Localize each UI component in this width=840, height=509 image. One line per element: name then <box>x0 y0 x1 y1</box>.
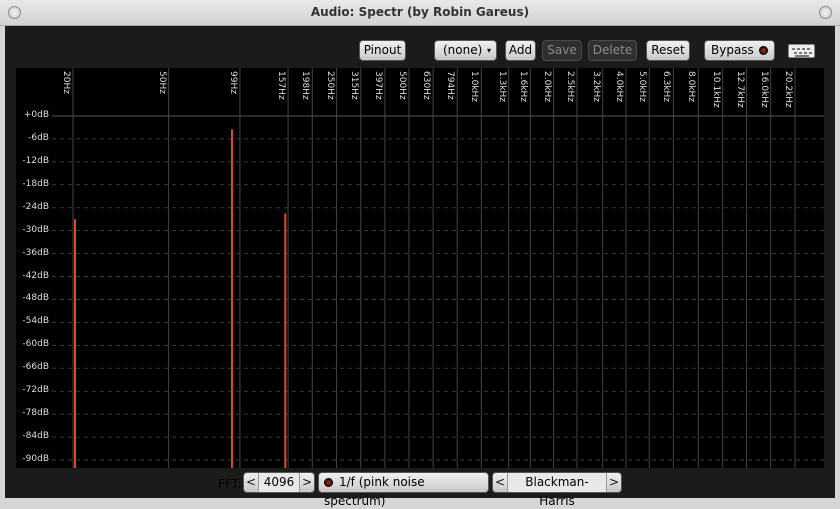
x-tick-label: 12.7kHz <box>734 71 745 108</box>
x-tick-label: 198Hz <box>300 71 311 100</box>
bypass-led-icon <box>758 46 768 55</box>
x-tick-label: 794Hz <box>445 71 456 100</box>
x-tick-label: 250Hz <box>324 71 335 100</box>
y-tick-label: -42dB <box>22 270 49 281</box>
weighting-led-icon <box>324 478 333 487</box>
y-tick-label: -24dB <box>22 201 49 212</box>
window-prev-icon[interactable]: < <box>493 473 507 492</box>
x-tick-label: 20.2kHz <box>783 71 793 108</box>
x-tick-label: 10.1kHz <box>710 71 721 108</box>
weighting-toggle[interactable]: 1/f (pink noise spectrum) <box>318 472 489 508</box>
fft-increase-icon[interactable]: > <box>300 473 314 492</box>
window-title: Audio: Spectr (by Robin Gareus) <box>310 5 530 19</box>
fft-decrease-icon[interactable]: < <box>244 473 258 492</box>
x-tick-label: 50Hz <box>156 71 167 94</box>
y-tick-label: -60dB <box>22 339 49 350</box>
x-tick-label: 8.0kHz <box>686 71 697 103</box>
close-icon[interactable] <box>819 6 832 19</box>
x-tick-label: 4.0kHz <box>613 71 624 103</box>
preset-dropdown[interactable]: (none) ▾ <box>434 40 497 61</box>
x-tick-label: 99Hz <box>227 71 238 94</box>
x-tick-label: 5.0kHz <box>637 71 648 103</box>
spectrum-plot[interactable]: 20Hz 50Hz 99Hz 157Hz 198Hz 250Hz 315Hz 397Hz 500… <box>16 68 824 468</box>
x-tick-label: 1.3kHz <box>496 71 507 103</box>
x-tick-label: 500Hz <box>396 71 407 100</box>
x-tick-label: 3.2kHz <box>590 71 601 103</box>
window-next-icon[interactable]: > <box>607 473 621 492</box>
save-preset-button[interactable]: Save <box>542 40 582 61</box>
bypass-button[interactable]: Bypass <box>704 40 775 61</box>
title-bar[interactable]: Audio: Spectr (by Robin Gareus) <box>0 0 840 26</box>
y-tick-label: +0dB <box>23 110 49 120</box>
bypass-label: Bypass <box>711 43 754 57</box>
pinout-button[interactable]: Pinout <box>359 40 406 61</box>
x-tick-label: 630Hz <box>421 71 432 100</box>
chevron-down-icon: ▾ <box>486 46 491 55</box>
y-tick-label: -18dB <box>22 178 49 189</box>
y-tick-label: -12dB <box>22 155 49 166</box>
spectrum-svg <box>52 68 824 468</box>
preset-value: (none) <box>443 43 483 57</box>
y-tick-label: -54dB <box>22 316 49 327</box>
x-tick-label: 397Hz <box>372 71 383 100</box>
x-tick-label: 2.5kHz <box>564 71 575 103</box>
x-tick-label: 1.0kHz <box>469 71 480 103</box>
add-preset-button[interactable]: Add <box>505 40 536 61</box>
reset-button[interactable]: Reset <box>646 40 690 61</box>
y-tick-label: -36dB <box>22 247 49 258</box>
window-function-value: Blackman-Harris <box>507 473 607 508</box>
keyboard-icon[interactable] <box>788 44 815 58</box>
x-tick-label: 1.6kHz <box>518 71 529 103</box>
y-tick-label: -72dB <box>22 385 49 396</box>
fft-label: FFT: <box>218 477 242 491</box>
x-tick-label: 315Hz <box>348 71 359 100</box>
y-tick-label: -66dB <box>22 362 49 373</box>
delete-preset-button[interactable]: Delete <box>588 40 637 61</box>
fft-size-spinner[interactable]: < 4096 > <box>243 472 315 493</box>
fft-size-value: 4096 <box>258 473 300 492</box>
y-tick-label: -6dB <box>28 132 49 143</box>
x-tick-label: 2.0kHz <box>541 71 552 103</box>
y-tick-label: -48dB <box>22 293 49 304</box>
y-tick-label: -84dB <box>22 431 49 442</box>
weighting-label: 1/f (pink noise spectrum) <box>324 475 425 508</box>
x-tick-label: 16.0kHz <box>758 71 769 108</box>
x-tick-label: 20Hz <box>61 71 71 94</box>
y-tick-label: -90dB <box>22 454 49 464</box>
x-tick-label: 157Hz <box>276 71 287 100</box>
window-function-spinner[interactable]: < Blackman-Harris > <box>492 472 622 508</box>
y-tick-label: -30dB <box>22 224 49 235</box>
x-tick-label: 6.3kHz <box>661 71 672 103</box>
y-tick-label: -78dB <box>22 408 49 419</box>
